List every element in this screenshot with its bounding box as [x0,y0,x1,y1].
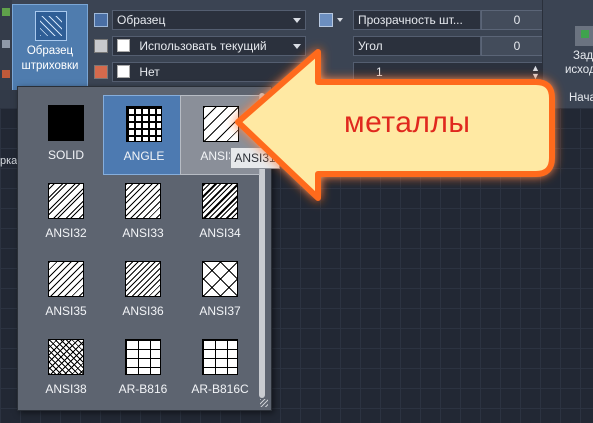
remove-icon[interactable] [2,70,10,78]
pick-points-icon[interactable] [2,8,10,16]
pattern-tile-solid[interactable]: SOLID [26,95,106,175]
drawing-tab-fragment: рка [0,155,18,167]
background-color-value: Нет [139,65,160,79]
pattern-preview-icon [48,261,84,297]
scale-input[interactable]: 1 [353,62,553,82]
chevron-down-icon [293,18,301,23]
set-origin-icon[interactable] [575,26,593,46]
pattern-tile-angle[interactable]: ANGLE [103,95,183,175]
pattern-name: ANGLE [123,149,165,163]
chevron-down-icon [293,44,301,49]
transparency-icon [319,13,333,27]
pattern-preview-icon [202,261,238,297]
pattern-name: AR-B816 [118,382,168,396]
origin-panel: Зад исходну Нача [542,0,593,108]
pattern-preview-icon [125,339,161,375]
background-color-icon [94,65,108,79]
pattern-name: SOLID [47,148,84,162]
resize-grip-icon[interactable] [260,399,268,407]
hatch-pattern-gallery: SOLID ANGLE ANSI31 ANSI32 ANSI33 ANSI34 ANSI35… [17,86,272,411]
scale-spinner-icon[interactable]: ▲ ▼ [531,64,540,81]
scale-value: 1 [376,65,383,79]
pattern-tile-ansi32[interactable]: ANSI32 [26,173,106,253]
pattern-type-value: Образец [117,13,166,27]
pattern-name: ANSI36 [122,304,164,318]
background-color-combo[interactable]: Нет [112,62,306,82]
pattern-tile-ansi36[interactable]: ANSI36 [103,251,183,331]
pattern-tile-ansi33[interactable]: ANSI33 [103,173,183,253]
origin-panel-label: Нача [569,92,593,104]
select-icon[interactable] [2,40,10,48]
chevron-down-icon[interactable] [337,18,343,22]
pattern-preview-icon [125,261,161,297]
pattern-tile-ar-b816[interactable]: AR-B816 [103,329,183,409]
pattern-name: ANSI35 [45,304,87,318]
pattern-tile-ansi34[interactable]: ANSI34 [180,173,260,253]
pattern-tile-ar-b816c[interactable]: AR-B816C [180,329,260,409]
pattern-name: ANSI37 [199,304,241,318]
hatch-color-icon [94,39,108,53]
pattern-name: ANSI38 [45,382,87,396]
pattern-tile-ansi38[interactable]: ANSI38 [26,329,106,409]
set-origin-label-1: Зад [573,50,593,62]
pattern-tooltip: ANSI31 [230,147,280,169]
pattern-preview-icon [126,106,162,142]
background-swatch [117,65,130,78]
pattern-tile-ansi35[interactable]: ANSI35 [26,251,106,331]
color-swatch [117,39,130,52]
autocad-window: Образец штриховки Образец Использовать т… [0,0,593,423]
pattern-preview-icon [48,339,84,375]
pattern-name: ANSI34 [199,226,241,240]
hatch-type-icon[interactable] [94,13,108,27]
pattern-name: ANSI33 [122,226,164,240]
hatch-pattern-label-1: Образец [26,45,74,57]
set-origin-label-2: исходну [565,64,593,76]
angle-label: Угол [353,36,481,56]
pattern-preview-icon [202,339,238,375]
pattern-name: ANSI32 [45,226,87,240]
transparency-label: Прозрачность шт... [353,10,481,30]
hatch-color-value: Использовать текущий [139,39,267,53]
pattern-preview-icon [48,105,84,141]
pattern-preview-icon [125,183,161,219]
pattern-name: AR-B816C [191,382,249,396]
pattern-tile-ansi37[interactable]: ANSI37 [180,251,260,331]
pattern-preview-icon [48,183,84,219]
chevron-down-icon [293,70,301,75]
hatch-pattern-button[interactable]: Образец штриховки [12,4,88,92]
hatch-color-combo[interactable]: Использовать текущий [112,36,306,56]
properties-panel-label[interactable]: Свойства [286,92,334,104]
hatch-pattern-icon [35,11,67,41]
pattern-preview-icon [203,106,239,142]
annotation-text: металлы [344,106,471,139]
hatch-pattern-label-2: штриховки [21,60,79,72]
pattern-preview-icon [202,183,238,219]
pattern-type-combo[interactable]: Образец [112,10,306,30]
